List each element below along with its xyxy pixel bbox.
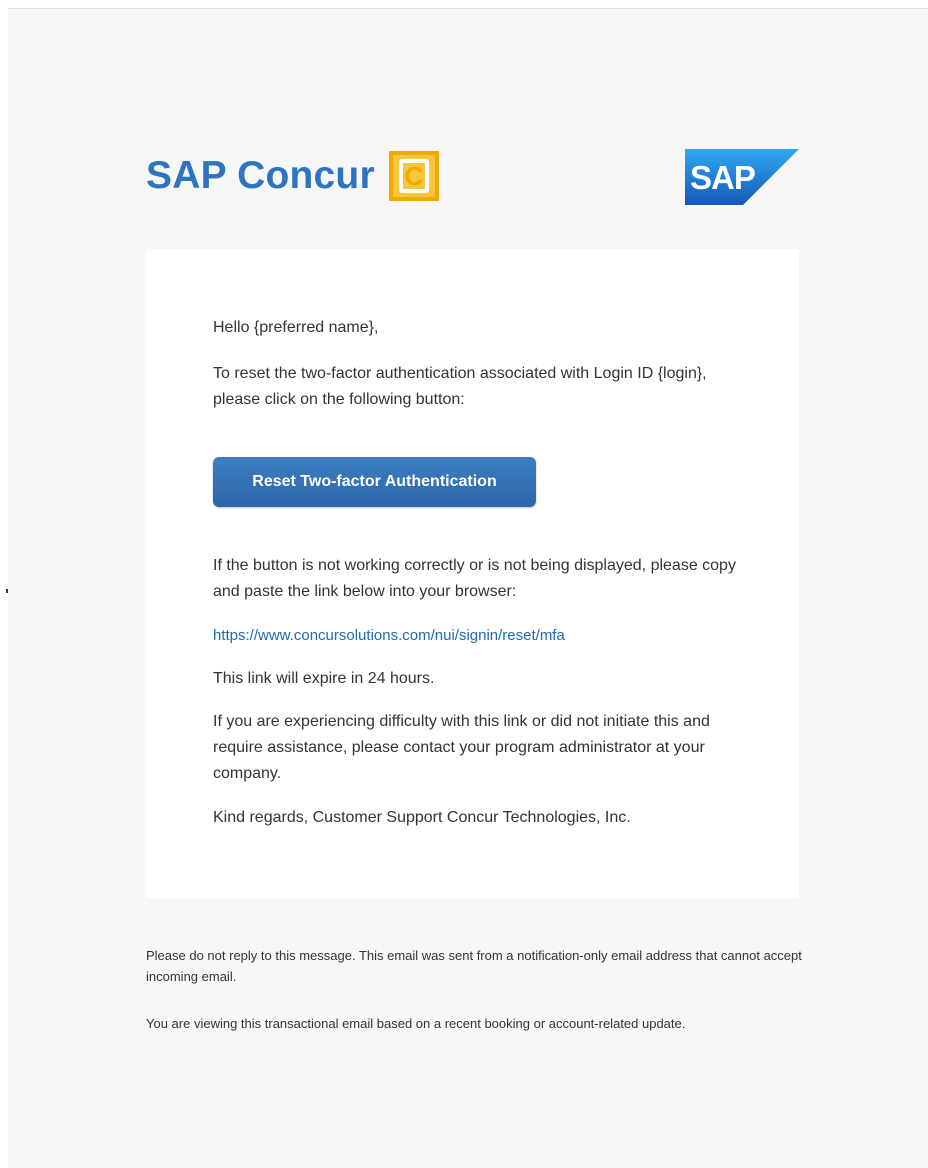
greeting-text: Hello {preferred name},: [213, 319, 379, 336]
concur-mark-letter: C: [404, 161, 424, 191]
sap-logo-text: SAP: [690, 159, 755, 196]
transactional-notice: You are viewing this transactional email…: [146, 1016, 686, 1031]
email-page: SAP Concur C SAP Hello {preferred name},…: [0, 0, 928, 1168]
signature-text: Kind regards, Customer Support Concur Te…: [213, 809, 631, 826]
concur-c-icon: C: [388, 151, 439, 201]
sap-logo-icon: SAP: [685, 149, 799, 205]
intro-text: To reset the two-factor authentication a…: [213, 365, 707, 408]
assistance-text: If you are experiencing difficulty with …: [213, 713, 710, 782]
concur-wordmark: SAP Concur: [146, 154, 375, 197]
side-marker: [6, 589, 8, 593]
sap-logo: SAP: [685, 149, 799, 205]
fallback-instructions-text: If the button is not working correctly o…: [213, 557, 736, 600]
sap-concur-logo: SAP Concur C: [146, 146, 439, 206]
email-card: Hello {preferred name}, To reset the two…: [146, 249, 799, 898]
no-reply-notice: Please do not reply to this message. Thi…: [146, 948, 802, 984]
expiry-text: This link will expire in 24 hours.: [213, 670, 435, 687]
reset-two-factor-button[interactable]: Reset Two-factor Authentication: [213, 457, 536, 507]
reset-link[interactable]: https://www.concursolutions.com/nui/sign…: [213, 623, 565, 649]
